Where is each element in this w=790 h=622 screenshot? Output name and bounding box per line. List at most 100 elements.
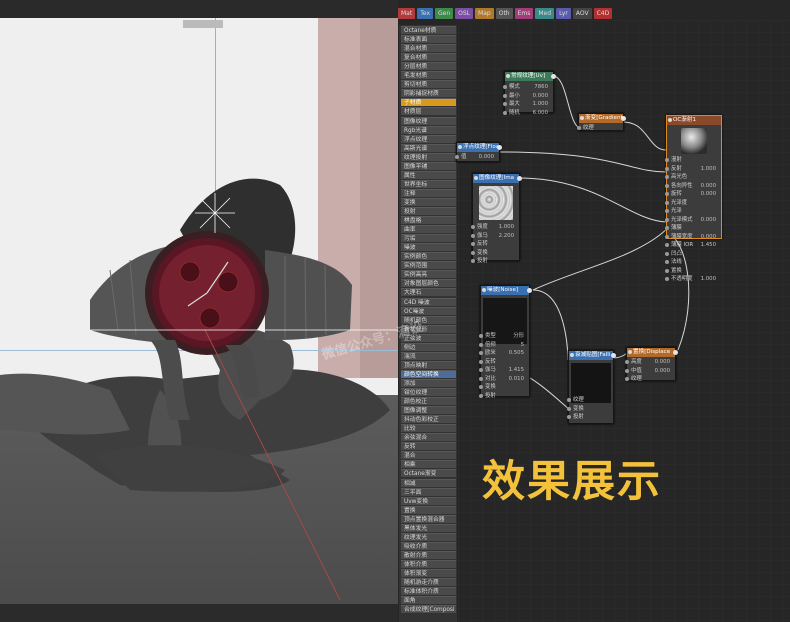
param-row[interactable]: 投射: [567, 413, 610, 421]
input-pin[interactable]: [471, 250, 475, 255]
param-value[interactable]: 分形: [513, 332, 524, 340]
param-value[interactable]: 1.450: [701, 241, 716, 249]
output-pin[interactable]: [621, 116, 626, 121]
input-pin[interactable]: [479, 376, 483, 381]
uv-transform-node[interactable]: 常规纹理[Uv] 模式 7860 最小 0.000 最大 1.000 随机 6.000: [503, 71, 556, 116]
param-row[interactable]: 纹理: [577, 124, 620, 132]
input-pin[interactable]: [479, 385, 483, 389]
octane-material-node[interactable]: OC渐射1 漫射 反射 1.000 高光色 各向异性 0.000 旋转 0.000 光泽度 光泽光…: [665, 115, 722, 282]
input-pin[interactable]: [665, 268, 669, 273]
param-row[interactable]: 中值 0.000: [625, 367, 672, 375]
param-value[interactable]: 7860: [534, 83, 548, 91]
param-row[interactable]: 纹理: [625, 375, 672, 383]
param-row[interactable]: 反转: [479, 358, 526, 366]
input-pin[interactable]: [625, 377, 629, 381]
param-row[interactable]: 伽马 1.415: [479, 366, 526, 374]
param-value[interactable]: 0.505: [509, 349, 524, 357]
input-pin[interactable]: [503, 93, 507, 98]
input-pin[interactable]: [471, 233, 475, 238]
param-value[interactable]: 1.000: [533, 100, 548, 108]
input-pin[interactable]: [665, 192, 669, 196]
param-row[interactable]: 反射 1.000: [665, 165, 718, 173]
param-row[interactable]: 强度 1.000: [471, 223, 516, 231]
input-pin[interactable]: [665, 158, 669, 162]
param-row[interactable]: 类型 分形: [479, 332, 526, 340]
input-pin[interactable]: [625, 360, 629, 364]
param-value[interactable]: 6.000: [533, 109, 548, 117]
param-value[interactable]: 5: [521, 341, 524, 349]
param-value[interactable]: 0.000: [655, 358, 670, 366]
input-pin[interactable]: [479, 368, 483, 372]
param-value[interactable]: 2.200: [499, 232, 514, 240]
input-pin[interactable]: [455, 155, 459, 159]
input-pin[interactable]: [665, 175, 669, 179]
param-row[interactable]: 欧米 0.505: [479, 349, 526, 357]
input-pin[interactable]: [625, 368, 629, 373]
param-value[interactable]: 1.000: [701, 275, 716, 283]
param-row[interactable]: 反转: [471, 240, 516, 248]
input-pin[interactable]: [577, 126, 581, 130]
input-pin[interactable]: [665, 226, 669, 230]
input-pin[interactable]: [503, 102, 507, 106]
param-row[interactable]: 光泽: [665, 207, 718, 215]
param-value[interactable]: 0.000: [701, 216, 716, 224]
input-pin[interactable]: [479, 334, 483, 338]
render-viewport[interactable]: [0, 0, 398, 622]
param-row[interactable]: 旋转 0.000: [665, 190, 718, 198]
input-pin[interactable]: [471, 242, 475, 246]
param-row[interactable]: 置换: [665, 267, 718, 275]
float-node[interactable]: 浮点纹理[Float 值 0.000: [455, 142, 502, 162]
param-row[interactable]: 模式 7860: [503, 83, 550, 91]
input-pin[interactable]: [665, 251, 669, 256]
input-pin[interactable]: [665, 209, 669, 213]
input-pin[interactable]: [479, 351, 483, 355]
output-pin[interactable]: [497, 145, 502, 150]
param-value[interactable]: 0.000: [479, 153, 494, 161]
param-row[interactable]: 光泽度: [665, 199, 718, 207]
input-pin[interactable]: [479, 393, 483, 398]
input-pin[interactable]: [665, 260, 669, 264]
param-value[interactable]: 1.000: [701, 165, 716, 173]
param-row[interactable]: 最小 0.000: [503, 92, 550, 100]
param-row[interactable]: 薄膜: [665, 224, 718, 232]
output-pin[interactable]: [673, 350, 678, 355]
param-row[interactable]: 高度 0.000: [625, 358, 672, 366]
param-row[interactable]: 高光色: [665, 173, 718, 181]
noise-node[interactable]: 噪波[Noise] 类型 分形 倍频 5 欧米 0.505 反转 伽马 1.415 对比 0.010…: [479, 285, 532, 400]
param-row[interactable]: 对比 0.010: [479, 375, 526, 383]
param-row[interactable]: 凹凸: [665, 250, 718, 258]
param-value[interactable]: 0.010: [509, 375, 524, 383]
param-row[interactable]: 变换: [479, 383, 526, 391]
param-row[interactable]: 不透明度 1.000: [665, 275, 718, 283]
param-value[interactable]: 0.000: [701, 182, 716, 190]
output-pin[interactable]: [517, 176, 522, 181]
param-row[interactable]: 随机 6.000: [503, 109, 550, 117]
octane-node-editor[interactable]: Mat Tex Gen OSL Map Oth Ems Med Lyr AOV C4D Octane…: [398, 0, 790, 622]
displacement-node[interactable]: 置换[Displace 高度 0.000 中值 0.000 纹理: [625, 347, 678, 383]
param-value[interactable]: 1.415: [509, 366, 524, 374]
input-pin[interactable]: [665, 217, 669, 222]
param-row[interactable]: 值 0.000: [455, 153, 496, 161]
input-pin[interactable]: [665, 200, 669, 205]
param-row[interactable]: 伽马 2.200: [471, 232, 516, 240]
input-pin[interactable]: [503, 85, 507, 89]
input-pin[interactable]: [665, 183, 669, 188]
input-pin[interactable]: [567, 406, 571, 411]
param-row[interactable]: 薄膜宽度 0.000: [665, 233, 718, 241]
param-value[interactable]: 1.000: [499, 223, 514, 231]
param-row[interactable]: 投射: [479, 392, 526, 400]
param-row[interactable]: 薄膜 IOR 1.450: [665, 241, 718, 249]
param-row[interactable]: 变换: [567, 405, 610, 413]
input-pin[interactable]: [665, 243, 669, 247]
param-value[interactable]: 0.000: [533, 92, 548, 100]
input-pin[interactable]: [471, 225, 475, 229]
output-pin[interactable]: [611, 353, 616, 358]
input-pin[interactable]: [567, 398, 571, 402]
input-pin[interactable]: [665, 234, 669, 239]
param-row[interactable]: 变换: [471, 249, 516, 257]
input-pin[interactable]: [665, 166, 669, 171]
falloff-node[interactable]: 衰减贴图[Falli 纹理 变换 投射: [567, 350, 616, 424]
param-row[interactable]: 光泽模式 0.000: [665, 216, 718, 224]
param-row[interactable]: 各向异性 0.000: [665, 182, 718, 190]
input-pin[interactable]: [503, 110, 507, 115]
